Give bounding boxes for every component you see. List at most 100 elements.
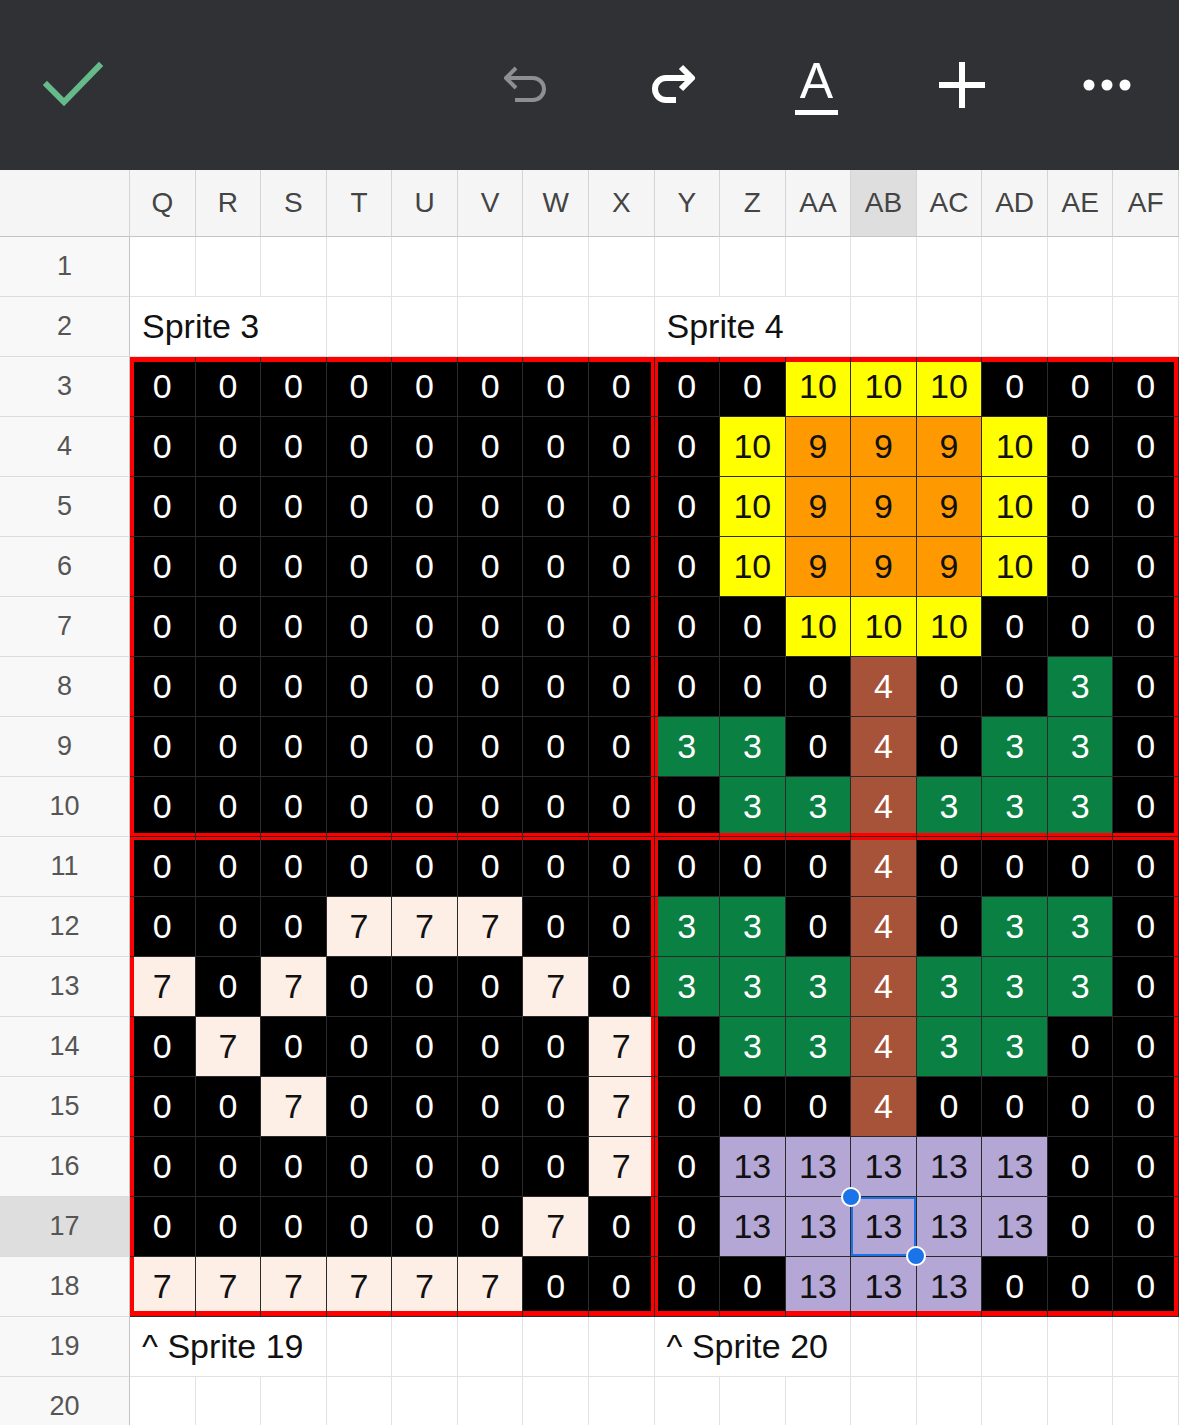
pixel-cell[interactable]: 0 <box>720 1077 786 1137</box>
pixel-cell[interactable]: 10 <box>786 597 852 657</box>
pixel-cell[interactable]: 0 <box>917 1077 983 1137</box>
pixel-cell[interactable]: 0 <box>392 1197 458 1257</box>
column-header[interactable]: AC <box>917 170 983 237</box>
pixel-cell[interactable]: 0 <box>1048 1017 1114 1077</box>
column-header[interactable]: AB <box>851 170 917 237</box>
column-header[interactable]: Z <box>720 170 786 237</box>
pixel-cell[interactable]: 0 <box>1113 1077 1179 1137</box>
pixel-cell[interactable]: 7 <box>523 957 589 1017</box>
cell[interactable] <box>589 237 655 297</box>
pixel-cell[interactable]: 3 <box>655 957 721 1017</box>
pixel-cell[interactable]: 4 <box>851 897 917 957</box>
pixel-cell[interactable]: 0 <box>261 897 327 957</box>
pixel-cell[interactable]: 9 <box>851 477 917 537</box>
pixel-cell[interactable]: 0 <box>130 837 196 897</box>
cell[interactable]: Sprite 3 <box>130 297 327 357</box>
cell[interactable] <box>851 1377 917 1425</box>
pixel-cell[interactable]: 0 <box>1113 897 1179 957</box>
pixel-cell[interactable]: 0 <box>392 477 458 537</box>
cell[interactable] <box>196 237 262 297</box>
cell[interactable] <box>392 297 458 357</box>
pixel-cell[interactable]: 0 <box>1113 777 1179 837</box>
pixel-cell[interactable]: 0 <box>655 777 721 837</box>
cell[interactable] <box>655 1377 721 1425</box>
pixel-cell[interactable]: 0 <box>1048 1137 1114 1197</box>
pixel-cell[interactable]: 0 <box>1048 837 1114 897</box>
pixel-cell[interactable]: 4 <box>851 777 917 837</box>
pixel-cell[interactable]: 0 <box>523 537 589 597</box>
pixel-cell[interactable]: 0 <box>1048 1077 1114 1137</box>
row-header[interactable]: 14 <box>0 1017 130 1077</box>
pixel-cell[interactable]: 7 <box>392 1257 458 1317</box>
pixel-cell[interactable]: 0 <box>261 1137 327 1197</box>
pixel-cell[interactable]: 10 <box>982 537 1048 597</box>
pixel-cell[interactable]: 0 <box>589 357 655 417</box>
pixel-cell[interactable]: 0 <box>1113 957 1179 1017</box>
row-header[interactable]: 16 <box>0 1137 130 1197</box>
pixel-cell[interactable]: 0 <box>130 1197 196 1257</box>
column-header[interactable]: AE <box>1048 170 1114 237</box>
insert-button[interactable] <box>889 25 1034 145</box>
pixel-cell[interactable]: 3 <box>982 957 1048 1017</box>
pixel-cell[interactable]: 4 <box>851 1077 917 1137</box>
pixel-cell[interactable]: 0 <box>655 357 721 417</box>
pixel-cell[interactable]: 0 <box>196 597 262 657</box>
pixel-cell[interactable]: 3 <box>917 957 983 1017</box>
column-header[interactable]: AA <box>786 170 852 237</box>
pixel-cell[interactable]: 0 <box>917 717 983 777</box>
pixel-cell[interactable]: 0 <box>327 357 393 417</box>
pixel-cell[interactable]: 0 <box>130 717 196 777</box>
pixel-cell[interactable]: 0 <box>458 1137 524 1197</box>
cell[interactable] <box>523 1377 589 1425</box>
pixel-cell[interactable]: 0 <box>196 717 262 777</box>
pixel-cell[interactable]: 7 <box>261 1257 327 1317</box>
pixel-cell[interactable]: 7 <box>130 957 196 1017</box>
pixel-cell[interactable]: 13 <box>851 1137 917 1197</box>
cell[interactable] <box>917 1377 983 1425</box>
pixel-cell[interactable]: 3 <box>1048 897 1114 957</box>
pixel-cell[interactable]: 0 <box>327 1197 393 1257</box>
pixel-cell[interactable]: 0 <box>261 837 327 897</box>
pixel-cell[interactable]: 0 <box>917 897 983 957</box>
pixel-cell[interactable]: 7 <box>589 1077 655 1137</box>
pixel-cell[interactable]: 0 <box>655 597 721 657</box>
pixel-cell[interactable]: 3 <box>720 1017 786 1077</box>
pixel-cell[interactable]: 3 <box>917 1017 983 1077</box>
pixel-cell[interactable]: 0 <box>392 597 458 657</box>
pixel-cell[interactable]: 0 <box>589 597 655 657</box>
pixel-cell[interactable]: 0 <box>1113 1257 1179 1317</box>
row-header[interactable]: 5 <box>0 477 130 537</box>
pixel-cell[interactable]: 0 <box>786 837 852 897</box>
pixel-cell[interactable]: 0 <box>458 777 524 837</box>
cell[interactable] <box>327 1377 393 1425</box>
pixel-cell[interactable]: 13 <box>917 1137 983 1197</box>
pixel-cell[interactable]: 0 <box>655 477 721 537</box>
pixel-cell[interactable]: 10 <box>851 357 917 417</box>
pixel-cell[interactable]: 0 <box>523 597 589 657</box>
pixel-cell[interactable]: 0 <box>458 717 524 777</box>
pixel-cell[interactable]: 0 <box>523 717 589 777</box>
pixel-cell[interactable]: 0 <box>1113 1017 1179 1077</box>
pixel-cell[interactable]: 0 <box>589 837 655 897</box>
pixel-cell[interactable]: 13 <box>851 1197 917 1257</box>
pixel-cell[interactable]: 13 <box>851 1257 917 1317</box>
pixel-cell[interactable]: 9 <box>851 537 917 597</box>
pixel-cell[interactable]: 0 <box>327 1077 393 1137</box>
pixel-cell[interactable]: 0 <box>1048 477 1114 537</box>
pixel-cell[interactable]: 0 <box>589 1197 655 1257</box>
pixel-cell[interactable]: 0 <box>196 657 262 717</box>
cell[interactable] <box>392 1317 458 1377</box>
pixel-cell[interactable]: 13 <box>982 1137 1048 1197</box>
cell[interactable] <box>458 297 524 357</box>
pixel-cell[interactable]: 3 <box>786 777 852 837</box>
pixel-cell[interactable]: 7 <box>458 897 524 957</box>
pixel-cell[interactable]: 0 <box>1113 717 1179 777</box>
pixel-cell[interactable]: 0 <box>655 417 721 477</box>
pixel-cell[interactable]: 0 <box>261 417 327 477</box>
pixel-cell[interactable]: 0 <box>982 837 1048 897</box>
pixel-cell[interactable]: 9 <box>917 417 983 477</box>
pixel-cell[interactable]: 7 <box>261 1077 327 1137</box>
pixel-cell[interactable]: 0 <box>392 1137 458 1197</box>
row-header[interactable]: 18 <box>0 1257 130 1317</box>
pixel-cell[interactable]: 0 <box>655 1077 721 1137</box>
